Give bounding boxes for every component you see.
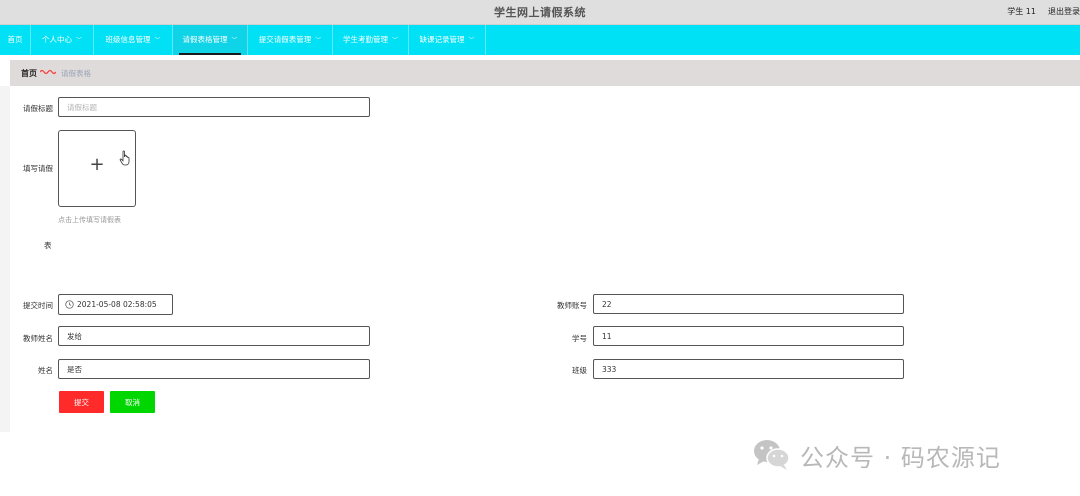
- upload-area[interactable]: +: [58, 130, 136, 207]
- chevron-down-icon: ﹀: [315, 37, 322, 44]
- upload-hint: 点击上传填写请假表: [58, 216, 121, 224]
- nav-item-attendance[interactable]: 学生考勤管理 ﹀: [333, 25, 409, 55]
- upload-label-extra: 表: [44, 241, 52, 250]
- nav-item-leave-form[interactable]: 请假表格管理 ﹀: [173, 25, 248, 55]
- breadcrumb-current: 请假表格: [61, 69, 91, 78]
- nav-item-absence-record[interactable]: 缺课记录管理 ﹀: [409, 25, 486, 55]
- watermark-text: 公众号 · 码农源记: [800, 443, 1001, 472]
- nav-item-label: 个人中心: [41, 35, 72, 44]
- upload-label: 填写请假: [23, 164, 53, 173]
- wechat-icon: [754, 440, 790, 470]
- nav-item-label: 学生考勤管理: [342, 35, 388, 44]
- chevron-down-icon: ﹀: [468, 37, 475, 44]
- class-label: 班级: [572, 366, 587, 375]
- logout-link[interactable]: 退出登录: [1048, 6, 1080, 17]
- nav-item-label: 班级信息管理: [105, 35, 151, 44]
- title-input[interactable]: [58, 97, 370, 117]
- student-id-label: 学号: [572, 334, 587, 343]
- nav-item-submitted-leave[interactable]: 提交请假表管理 ﹀: [248, 25, 333, 55]
- breadcrumb-home[interactable]: 首页: [21, 68, 37, 79]
- nav-item-label: 缺课记录管理: [419, 35, 465, 44]
- submit-time-value: 2021-05-08 02:58:05: [77, 300, 157, 309]
- chevron-down-icon: ﹀: [231, 37, 238, 44]
- breadcrumb-separator-icon: [40, 69, 56, 75]
- chevron-down-icon: ﹀: [154, 37, 161, 44]
- cancel-button[interactable]: 取消: [110, 391, 155, 413]
- left-gutter: [0, 86, 10, 432]
- chevron-down-icon: ﹀: [391, 37, 398, 44]
- submit-button[interactable]: 提交: [59, 391, 104, 413]
- hand-cursor-icon: [119, 150, 130, 166]
- teacher-name-input[interactable]: [58, 326, 370, 346]
- nav-item-label: 首页: [7, 35, 23, 44]
- chevron-down-icon: ﹀: [75, 37, 82, 44]
- nav-item-class-info[interactable]: 班级信息管理 ﹀: [94, 25, 173, 55]
- main-nav: 首页 个人中心 ﹀ 班级信息管理 ﹀ 请假表格管理 ﹀ 提交请假表管理 ﹀ 学生考勤管理…: [0, 25, 1080, 55]
- nav-item-label: 请假表格管理: [182, 35, 228, 44]
- teacher-name-label: 教师姓名: [23, 334, 53, 343]
- teacher-account-input[interactable]: [593, 294, 904, 314]
- class-input[interactable]: [593, 359, 904, 379]
- nav-item-label: 提交请假表管理: [258, 35, 312, 44]
- nav-item-personal-center[interactable]: 个人中心 ﹀: [31, 25, 94, 55]
- current-user: 学生 11: [1007, 7, 1036, 16]
- breadcrumb: 首页 请假表格: [10, 60, 1080, 86]
- clock-icon: [65, 300, 74, 309]
- name-label: 姓名: [38, 366, 53, 375]
- app-title: 学生网上请假系统: [494, 6, 586, 19]
- teacher-account-label: 教师账号: [557, 301, 587, 310]
- student-id-input[interactable]: [593, 326, 904, 346]
- submit-time-field[interactable]: 2021-05-08 02:58:05: [58, 294, 173, 315]
- name-input[interactable]: [58, 359, 370, 379]
- top-header: 学生网上请假系统 学生 11 退出登录: [0, 0, 1080, 25]
- watermark: 公众号 · 码农源记: [752, 437, 1001, 473]
- submit-time-label: 提交时间: [23, 301, 53, 310]
- title-label: 请假标题: [23, 104, 53, 113]
- nav-item-home[interactable]: 首页: [0, 25, 31, 55]
